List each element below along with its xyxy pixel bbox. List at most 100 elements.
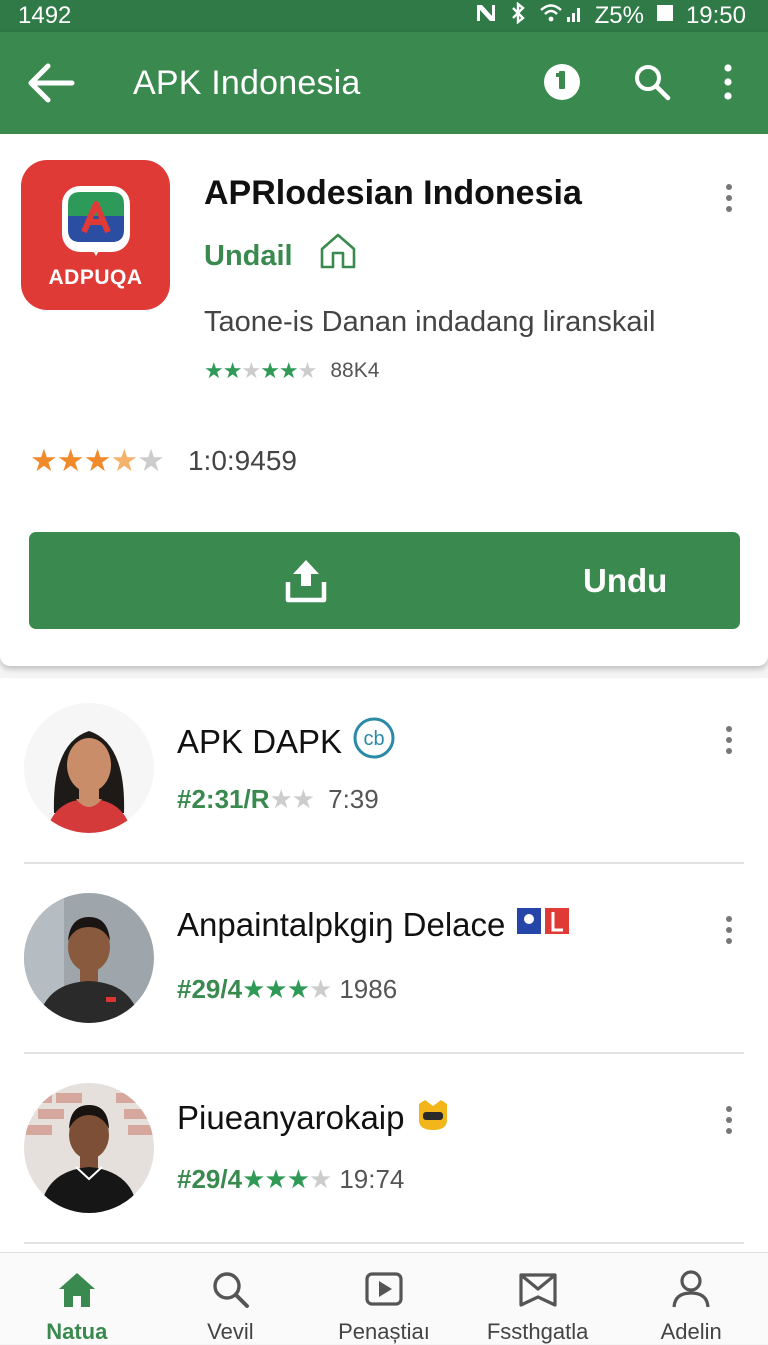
list-item[interactable]: APK DAPK cb #2:31/R ★★ 7:39 bbox=[0, 678, 768, 868]
status-bar: 1492 Z5% 19:50 bbox=[0, 0, 768, 32]
featured-rating: ★★★★★ 1:0:9459 bbox=[30, 443, 297, 479]
search-icon bbox=[635, 65, 671, 101]
home-icon bbox=[58, 1273, 95, 1307]
nav-label: Natua bbox=[46, 1319, 108, 1344]
featured-app-title[interactable]: APRlodesian Indonesia bbox=[204, 174, 582, 213]
play-icon bbox=[365, 1272, 403, 1306]
dot bbox=[726, 195, 732, 201]
nav-item-play[interactable]: Penaștiaı bbox=[307, 1253, 461, 1344]
mini-star-rating: ★★★★★★ bbox=[204, 358, 317, 383]
list-item-meta: #29/4 ★★★★ 19:74 bbox=[177, 1164, 404, 1195]
list-item-title: APK DAPK cb bbox=[177, 716, 396, 768]
upload-icon bbox=[285, 560, 327, 603]
featured-developer[interactable]: Undail bbox=[204, 231, 359, 273]
star-rating: ★★★★★ bbox=[30, 443, 165, 478]
nav-label: Vevil bbox=[207, 1319, 254, 1344]
nav-item-home[interactable]: Natua bbox=[0, 1253, 154, 1344]
list-item-title: Anpaintalpkgiŋ Delace bbox=[177, 906, 571, 944]
verified-badge-icon: cb bbox=[352, 716, 396, 768]
list-item-overflow-button[interactable] bbox=[717, 1100, 741, 1140]
divider bbox=[24, 862, 744, 864]
mini-rating-count: 88K4 bbox=[330, 359, 380, 382]
status-clock: 19:50 bbox=[685, 2, 746, 29]
dot bbox=[726, 737, 732, 743]
download-button-label: Undu bbox=[583, 562, 668, 599]
list-item[interactable]: Anpaintalpkgiŋ Delace #29/4 ★★★★ 1986 bbox=[0, 868, 768, 1058]
featured-mini-rating: ★★★★★★ 88K4 bbox=[204, 358, 379, 384]
avatar bbox=[24, 703, 154, 833]
list-item-meta: #2:31/R ★★ 7:39 bbox=[177, 784, 379, 815]
divider bbox=[24, 1242, 744, 1244]
list-item-title-text: Anpaintalpkgiŋ Delace bbox=[177, 906, 506, 943]
mail-icon bbox=[518, 1273, 557, 1307]
avatar bbox=[24, 893, 154, 1023]
featured-app-card: ADPUQA APRlodesian Indonesia Undail Taon… bbox=[0, 134, 768, 666]
star-rating: ★★★★ bbox=[242, 1164, 332, 1194]
app-logo-text: ADPUQA bbox=[48, 266, 143, 289]
dot bbox=[726, 206, 732, 212]
star-rating: ★★★★ bbox=[242, 974, 332, 1004]
info-icon bbox=[544, 64, 580, 100]
list-item-time: 19:74 bbox=[339, 1164, 405, 1194]
search-button[interactable] bbox=[628, 58, 676, 106]
featured-description: Taone-is Danan indadang liranskail bbox=[204, 306, 656, 338]
list-item-title-text: Piueanyarokaip bbox=[177, 1099, 405, 1136]
nav-item-mail[interactable]: Fssthgatla bbox=[461, 1253, 615, 1344]
dot bbox=[726, 916, 732, 922]
featured-overflow-button[interactable] bbox=[717, 178, 741, 218]
rating-count: 1:0:9459 bbox=[187, 445, 297, 476]
house-icon bbox=[320, 233, 355, 269]
dot bbox=[726, 1128, 732, 1134]
app-bar-title: APK Indonesia bbox=[133, 64, 361, 102]
bottom-navigation: Natua Vevil Penaștiaı Fssthgatla Adelin bbox=[0, 1252, 768, 1344]
back-arrow-icon bbox=[28, 63, 75, 103]
dot bbox=[726, 726, 732, 732]
list-item-code: #29/4 bbox=[177, 974, 243, 1004]
app-logo-mark-icon bbox=[62, 186, 130, 256]
nav-label: Fssthgatla bbox=[486, 1319, 589, 1344]
list-item-title-text: APK DAPK bbox=[177, 723, 343, 760]
dot bbox=[726, 184, 732, 190]
mascot-badge-icon bbox=[415, 1096, 451, 1140]
dot bbox=[726, 1106, 732, 1112]
featured-developer-label: Undail bbox=[204, 240, 293, 272]
battery-level: Z5% bbox=[594, 2, 644, 29]
list-item-time: 7:39 bbox=[328, 784, 379, 814]
dot bbox=[726, 748, 732, 754]
list-item[interactable]: Piueanyarokaip #29/4 ★★★★ 19:74 bbox=[0, 1058, 768, 1248]
dot bbox=[726, 927, 732, 933]
status-time-left: 1492 bbox=[18, 2, 72, 29]
avatar bbox=[24, 1083, 154, 1213]
person-icon bbox=[672, 1270, 710, 1308]
info-button[interactable] bbox=[538, 58, 586, 106]
search-icon bbox=[213, 1272, 250, 1308]
flag-badge-icon bbox=[515, 906, 571, 944]
app-logo[interactable]: ADPUQA bbox=[21, 160, 170, 310]
list-item-code: #2:31/R bbox=[177, 784, 270, 814]
download-button[interactable]: Undu bbox=[29, 532, 740, 629]
battery-icon bbox=[656, 2, 674, 30]
wifi-signal-icon bbox=[539, 2, 583, 30]
nav-item-search[interactable]: Vevil bbox=[154, 1253, 308, 1344]
list-item-overflow-button[interactable] bbox=[717, 910, 741, 950]
dot bbox=[726, 938, 732, 944]
bluetooth-icon bbox=[509, 1, 527, 30]
star-rating: ★★ bbox=[269, 784, 316, 814]
nfc-icon bbox=[475, 3, 497, 29]
nav-label: Adelin bbox=[660, 1319, 722, 1344]
divider bbox=[24, 1052, 744, 1054]
list-item-overflow-button[interactable] bbox=[717, 720, 741, 760]
list-item-code: #29/4 bbox=[177, 1164, 243, 1194]
nav-item-profile[interactable]: Adelin bbox=[614, 1253, 768, 1344]
overflow-menu-button[interactable] bbox=[704, 58, 752, 106]
list-item-time: 1986 bbox=[339, 974, 398, 1004]
nav-label: Penaștiaı bbox=[338, 1319, 430, 1344]
verified-badge-text: cb bbox=[364, 728, 385, 750]
back-button[interactable] bbox=[26, 60, 76, 106]
app-bar: APK Indonesia bbox=[0, 32, 768, 134]
list-item-meta: #29/4 ★★★★ 1986 bbox=[177, 974, 397, 1005]
app-list: APK DAPK cb #2:31/R ★★ 7:39 Anpaintalpkg… bbox=[0, 678, 768, 1258]
dot bbox=[726, 1117, 732, 1123]
status-icons: Z5% 19:50 bbox=[475, 1, 746, 30]
more-vertical-icon bbox=[724, 64, 732, 100]
